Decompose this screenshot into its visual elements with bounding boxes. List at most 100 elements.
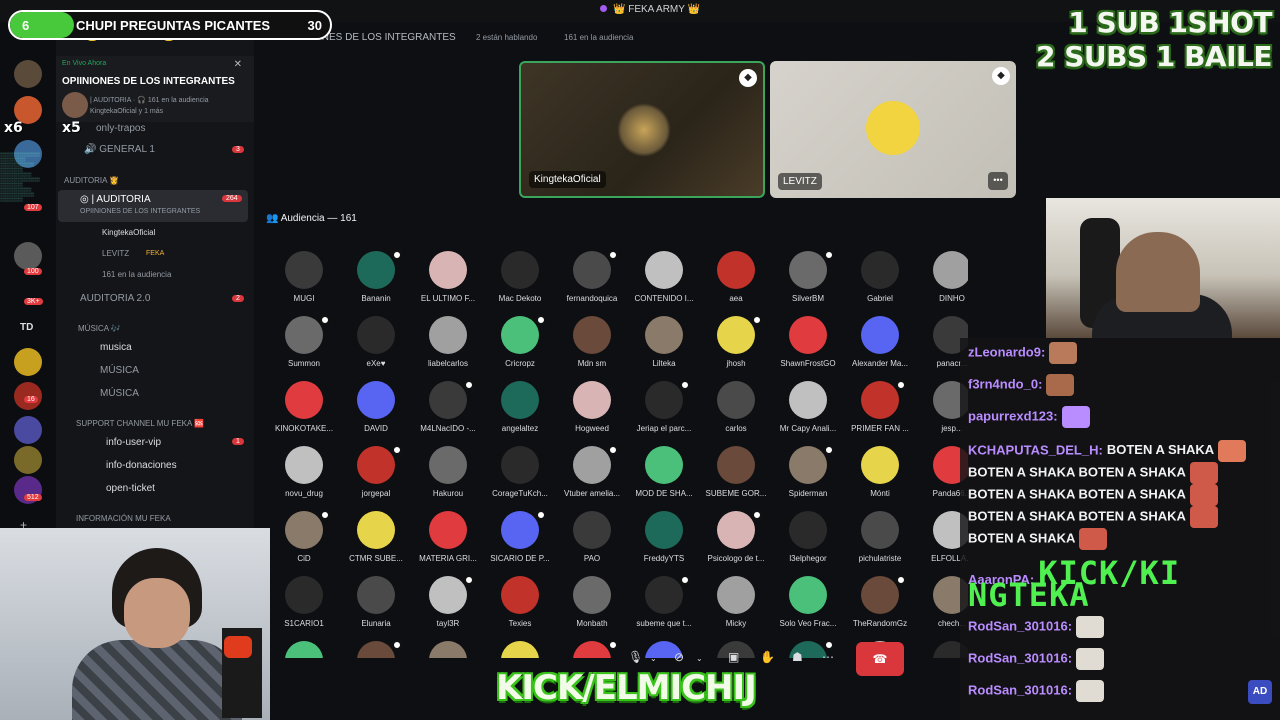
audience-member[interactable]: CiD bbox=[268, 508, 340, 568]
audience-member[interactable]: jorgepal bbox=[340, 443, 412, 503]
audience-member[interactable]: fernandoquica bbox=[556, 248, 628, 308]
category-auditoria[interactable]: AUDITORIA 👸 bbox=[64, 176, 119, 185]
stage-channel-auditoria[interactable]: ◎ | AUDITORIA bbox=[80, 194, 151, 205]
invite-icon[interactable]: ☗ bbox=[792, 650, 803, 664]
audience-member[interactable]: Mac Dekoto bbox=[484, 248, 556, 308]
more-options-icon[interactable]: ⋯ bbox=[822, 650, 834, 664]
audience-member[interactable]: Monbath bbox=[556, 573, 628, 633]
server-icon[interactable] bbox=[14, 60, 42, 88]
stage-user[interactable]: KingtekaOficial bbox=[102, 228, 155, 237]
speaker-tile[interactable]: ◆ LEVITZ ••• bbox=[770, 61, 1016, 198]
audience-member[interactable]: Cricropz bbox=[484, 313, 556, 373]
chat-username[interactable]: RodSan_301016: bbox=[968, 618, 1072, 633]
audience-member[interactable]: Elunaria bbox=[340, 573, 412, 633]
audience-member[interactable]: SICARIO DE P... bbox=[484, 508, 556, 568]
audience-member[interactable]: Mónti bbox=[844, 443, 916, 503]
audience-member[interactable]: Hakurou bbox=[412, 443, 484, 503]
category-support[interactable]: SUPPORT CHANNEL MU FEKA 🆘 bbox=[76, 419, 204, 428]
hand-off-icon[interactable]: ✋ bbox=[760, 650, 775, 664]
voice-channel-musica[interactable]: MÚSICA bbox=[100, 365, 139, 376]
server-icon[interactable] bbox=[14, 446, 42, 474]
server-folder-label[interactable]: TD bbox=[20, 322, 33, 333]
audience-member[interactable]: Mdn sm bbox=[556, 313, 628, 373]
audience-member[interactable]: tayl3R bbox=[412, 573, 484, 633]
channel-info-user-vip[interactable]: info-user-vip bbox=[106, 437, 161, 448]
screen-share-icon[interactable]: ▣ bbox=[728, 650, 739, 664]
chat-username[interactable]: RodSan_301016: bbox=[968, 682, 1072, 697]
audience-member[interactable]: Vtuber amelia... bbox=[556, 443, 628, 503]
category-info[interactable]: INFORMACIÓN MU FEKA bbox=[76, 514, 171, 523]
audience-member[interactable]: Solo Veo Frac... bbox=[772, 573, 844, 633]
audience-member[interactable]: SilverBM bbox=[772, 248, 844, 308]
audience-member[interactable]: Psicologo de t... bbox=[700, 508, 772, 568]
category-musica[interactable]: MÚSICA 🎶 bbox=[78, 324, 121, 333]
voice-channel-general-1[interactable]: 🔊 GENERAL 1 bbox=[84, 144, 155, 155]
speaker-tile[interactable]: ◆ KingtekaOficial bbox=[519, 61, 765, 198]
audience-member[interactable]: Jeriap el parc... bbox=[628, 378, 700, 438]
channel-info-donaciones[interactable]: info-donaciones bbox=[106, 460, 177, 471]
audience-member[interactable]: Texies bbox=[484, 573, 556, 633]
audience-member[interactable]: aea bbox=[700, 248, 772, 308]
audience-member[interactable]: l3elphegor bbox=[772, 508, 844, 568]
audience-member[interactable]: eXe♥ bbox=[340, 313, 412, 373]
audience-member[interactable] bbox=[268, 638, 340, 658]
audience-member[interactable]: Alexander Ma... bbox=[844, 313, 916, 373]
voice-channel-musica[interactable]: MÚSICA bbox=[100, 388, 139, 399]
audience-member[interactable]: ShawnFrostGO bbox=[772, 313, 844, 373]
audience-member[interactable] bbox=[484, 638, 556, 658]
leave-call-button[interactable]: ☎ bbox=[856, 642, 904, 676]
audience-member[interactable]: angelaltez bbox=[484, 378, 556, 438]
audience-member[interactable]: jhosh bbox=[700, 313, 772, 373]
stage-channel-auditoria-2[interactable]: AUDITORIA 2.0 bbox=[80, 293, 150, 304]
audience-member[interactable]: carlos bbox=[700, 378, 772, 438]
chat-username[interactable]: papurrexd123: bbox=[968, 408, 1058, 423]
audience-member[interactable]: EL ULTIMO F... bbox=[412, 248, 484, 308]
audience-member[interactable]: M4LNacIDO -... bbox=[412, 378, 484, 438]
audience-member[interactable]: TheRandomGz bbox=[844, 573, 916, 633]
audience-member[interactable]: liabelcarlos bbox=[412, 313, 484, 373]
chevron-down-icon[interactable]: ⌄ bbox=[650, 654, 657, 663]
chevron-down-icon[interactable]: ⌄ bbox=[696, 654, 703, 663]
audience-member[interactable]: pichulatriste bbox=[844, 508, 916, 568]
audience-member[interactable]: MOD DE SHA... bbox=[628, 443, 700, 503]
audience-member[interactable]: MUGI bbox=[268, 248, 340, 308]
audience-member[interactable]: Gabriel bbox=[844, 248, 916, 308]
audience-member[interactable]: MATERIA GRI... bbox=[412, 508, 484, 568]
video-off-icon[interactable]: ⊘ bbox=[674, 650, 684, 664]
audience-member[interactable]: CorageTuKch... bbox=[484, 443, 556, 503]
chat-username[interactable]: zLeonardo9: bbox=[968, 344, 1045, 359]
server-icon[interactable] bbox=[14, 348, 42, 376]
live-now-popup[interactable]: En Vivo Ahora ✕ OPIINIONES DE LOS INTEGR… bbox=[56, 56, 254, 122]
audience-member[interactable]: Hogweed bbox=[556, 378, 628, 438]
audience-member[interactable]: Micky bbox=[700, 573, 772, 633]
audience-member[interactable]: subeme que t... bbox=[628, 573, 700, 633]
audience-member[interactable]: CONTENIDO I... bbox=[628, 248, 700, 308]
chat-username[interactable]: RodSan_301016: bbox=[968, 650, 1072, 665]
channel-musica[interactable]: musica bbox=[100, 342, 132, 353]
audience-member[interactable] bbox=[412, 638, 484, 658]
audience-member[interactable]: PRIMER FAN ... bbox=[844, 378, 916, 438]
audience-member[interactable]: Spiderman bbox=[772, 443, 844, 503]
audience-member[interactable] bbox=[340, 638, 412, 658]
close-icon[interactable]: ✕ bbox=[234, 59, 242, 70]
microphone-icon[interactable]: 🎙 bbox=[628, 650, 643, 664]
stage-user[interactable]: LEVITZ bbox=[102, 249, 129, 258]
channel-only-trapos[interactable]: only-trapos bbox=[96, 123, 145, 134]
audience-member[interactable]: DAVID bbox=[340, 378, 412, 438]
audience-member[interactable]: Summon bbox=[268, 313, 340, 373]
chat-username[interactable]: f3rn4ndo_0: bbox=[968, 376, 1042, 391]
audience-member[interactable]: Bananin bbox=[340, 248, 412, 308]
audience-member[interactable]: KINOKOTAKE... bbox=[268, 378, 340, 438]
chat-username[interactable]: KCHAPUTAS_DEL_H: bbox=[968, 442, 1103, 457]
server-icon[interactable] bbox=[14, 416, 42, 444]
audience-member[interactable]: CTMR SUBE... bbox=[340, 508, 412, 568]
channel-open-ticket[interactable]: open-ticket bbox=[106, 483, 155, 494]
audience-member[interactable]: Lilteka bbox=[628, 313, 700, 373]
audience-member[interactable]: novu_drug bbox=[268, 443, 340, 503]
audience-member[interactable]: FreddyYTS bbox=[628, 508, 700, 568]
audience-member[interactable]: SUBEME GOR... bbox=[700, 443, 772, 503]
audience-member[interactable]: DINHO bbox=[916, 248, 968, 308]
more-options-icon[interactable]: ••• bbox=[988, 172, 1008, 190]
audience-member[interactable]: S1CARIO1 bbox=[268, 573, 340, 633]
audience-member[interactable]: PAO bbox=[556, 508, 628, 568]
